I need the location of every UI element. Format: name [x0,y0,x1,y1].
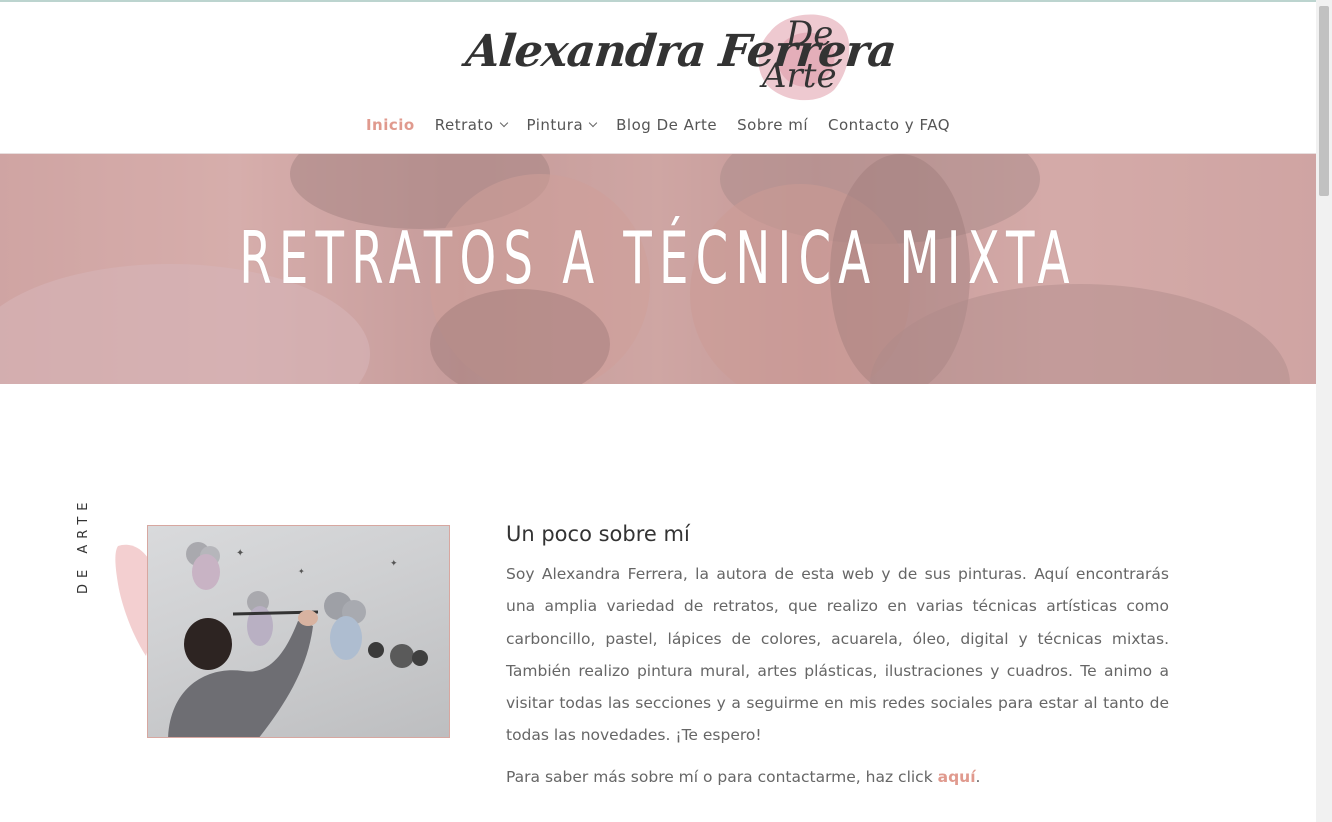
about-contact-line: Para saber más sobre mí o para contactar… [506,768,1169,786]
artist-photo: ✦ ✦ ✦ [147,525,450,738]
logo-de: De [786,14,834,54]
about-photo-block: ✦ ✦ ✦ [112,520,452,740]
side-vertical-label: DE ARTE [76,494,96,604]
mural-illustration: ✦ ✦ ✦ [168,542,428,737]
nav-item-blog[interactable]: Blog De Arte [606,116,727,134]
nav-item-inicio[interactable]: Inicio [356,116,425,134]
contact-suffix: . [975,767,981,786]
side-label-text: DE ARTE [76,496,91,595]
nav-item-label: Retrato [434,116,494,134]
main-nav: Inicio Retrato Pintura Blog De Arte Sobr… [0,116,1316,134]
nav-item-label: Sobre mí [737,116,808,134]
about-section: Un poco sobre mí Soy Alexandra Ferrera, … [506,522,1169,786]
nav-item-retrato[interactable]: Retrato [425,116,517,134]
nav-item-pintura[interactable]: Pintura [517,116,607,134]
page-scrollbar[interactable] [1316,0,1332,822]
about-body: Soy Alexandra Ferrera, la autora de esta… [506,565,1169,745]
contact-prefix: Para saber más sobre mí o para contactar… [506,767,938,786]
nav-item-contacto[interactable]: Contacto y FAQ [818,116,960,134]
nav-item-sobre-mi[interactable]: Sobre mí [727,116,818,134]
svg-text:✦: ✦ [390,559,398,569]
hero-title: RETRATOS A TÉCNICA MIXTA [239,216,1077,300]
svg-text:✦: ✦ [298,567,305,576]
hero-banner: RETRATOS A TÉCNICA MIXTA [0,154,1316,384]
contact-link[interactable]: aquí [938,768,976,786]
site-logo[interactable]: Alexandra Ferrera De Arte [462,8,898,108]
site-header: Alexandra Ferrera De Arte Inicio Retrato… [0,2,1316,154]
nav-item-label: Pintura [526,116,584,134]
chevron-down-icon [499,118,508,128]
chevron-down-icon [588,118,598,128]
svg-text:✦: ✦ [236,548,244,559]
nav-item-label: Contacto y FAQ [828,116,951,134]
nav-item-label: Blog De Arte [616,116,718,134]
nav-item-label: Inicio [365,116,415,134]
logo-arte: Arte [762,56,837,96]
about-title: Un poco sobre mí [506,522,690,546]
scrollbar-thumb[interactable] [1319,6,1329,196]
